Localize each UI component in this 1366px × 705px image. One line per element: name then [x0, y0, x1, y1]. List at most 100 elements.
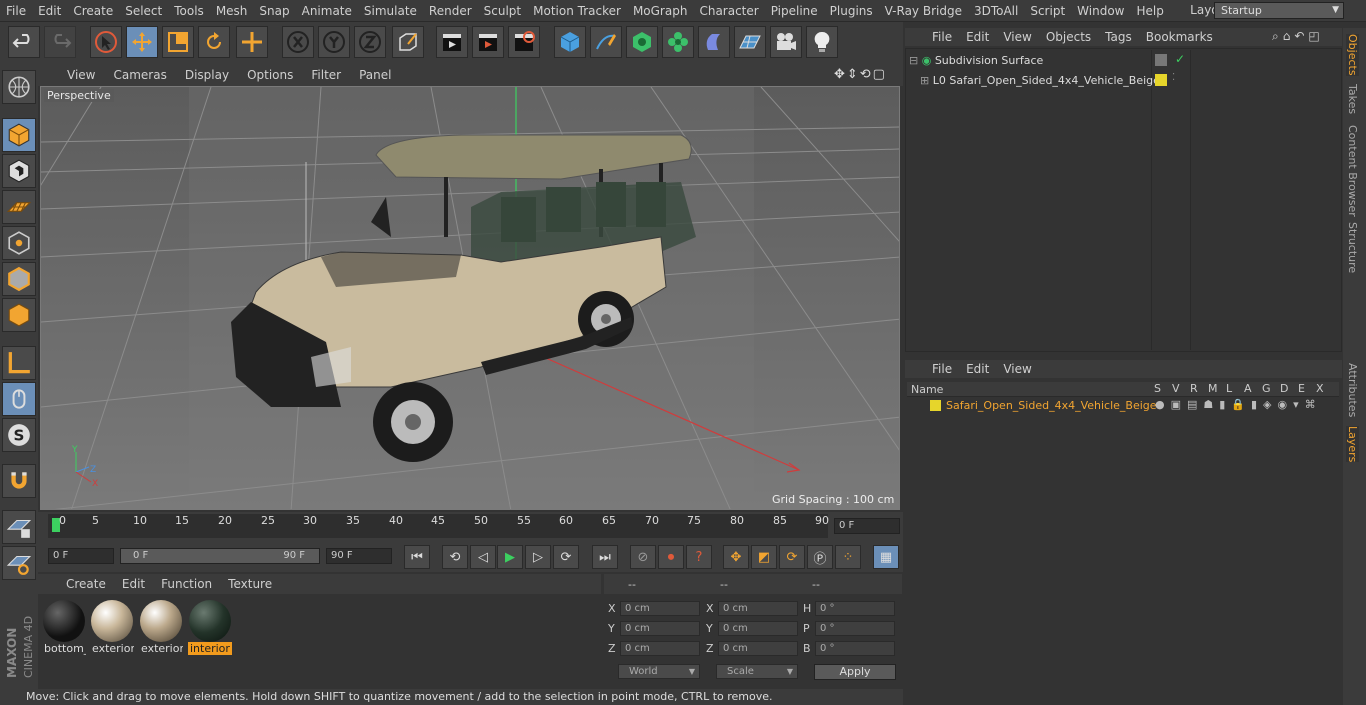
menu-3dtoall[interactable]: 3DToAll — [968, 4, 1024, 18]
material-swatch[interactable]: interior — [188, 598, 232, 656]
size-x-field[interactable]: 0 cm — [718, 601, 798, 616]
coordinate-system-button[interactable] — [392, 26, 424, 58]
autokey-button[interactable]: ⏺ — [658, 545, 684, 569]
key-position-button[interactable]: ✥ — [723, 545, 749, 569]
points-mode-button[interactable] — [2, 226, 36, 260]
end-frame-field[interactable]: 90 F — [326, 548, 392, 564]
go-to-end-button[interactable]: ⏭ — [592, 545, 618, 569]
menu-character[interactable]: Character — [693, 4, 764, 18]
viewport-menu-panel[interactable]: Panel — [350, 68, 400, 82]
menu-select[interactable]: Select — [119, 4, 168, 18]
object-row-subdivision[interactable]: ⊟ ◉ Subdivision Surface — [909, 54, 1043, 67]
rotation-p-field[interactable]: 0 ° — [815, 621, 895, 636]
start-frame-field[interactable]: 0 F — [48, 548, 114, 564]
deformer-button[interactable] — [698, 26, 730, 58]
texture-mode-button[interactable] — [2, 154, 36, 188]
size-mode-dropdown[interactable]: Scale ▼ — [716, 664, 798, 679]
tab-structure[interactable]: Structure — [1346, 222, 1359, 273]
subdivision-surface-button[interactable] — [626, 26, 658, 58]
layer-col-generators[interactable]: G — [1262, 382, 1271, 395]
workplane-lock-button[interactable] — [2, 510, 36, 544]
layer-toggle-icons[interactable]: ●▣▤☗▮🔒▮◈◉▾⌘ — [1155, 398, 1322, 411]
z-axis-lock-button[interactable] — [354, 26, 386, 58]
layer-color-swatch[interactable] — [930, 400, 941, 411]
layout-select[interactable]: Startup ▼ — [1214, 2, 1344, 19]
cloner-button[interactable] — [662, 26, 694, 58]
object-row-vehicle[interactable]: ⊞ L0 Safari_Open_Sided_4x4_Vehicle_Beige — [920, 74, 1160, 87]
tweak-mode-button[interactable] — [2, 382, 36, 416]
material-swatch[interactable]: exterior — [139, 598, 183, 656]
model-mode-button[interactable] — [2, 118, 36, 152]
previous-key-button[interactable]: ⟲ — [442, 545, 468, 569]
rotation-b-field[interactable]: 0 ° — [815, 641, 895, 656]
menu-snap[interactable]: Snap — [253, 4, 295, 18]
workplane-mode-button[interactable] — [2, 190, 36, 224]
menu-plugins[interactable]: Plugins — [824, 4, 879, 18]
layer-col-render[interactable]: R — [1190, 382, 1198, 395]
cube-primitive-button[interactable] — [554, 26, 586, 58]
layer-color-swatch[interactable] — [1155, 74, 1167, 86]
objects-menu-view[interactable]: View — [996, 30, 1038, 44]
x-axis-lock-button[interactable] — [282, 26, 314, 58]
spline-pen-button[interactable] — [590, 26, 622, 58]
previous-frame-button[interactable]: ◁ — [470, 545, 496, 569]
render-view-button[interactable] — [436, 26, 468, 58]
keyframe-selection-button[interactable]: ? — [686, 545, 712, 569]
tab-content-browser[interactable]: Content Browser — [1346, 125, 1359, 217]
render-to-picture-viewer-button[interactable] — [472, 26, 504, 58]
next-frame-button[interactable]: ▷ — [525, 545, 551, 569]
menu-pipeline[interactable]: Pipeline — [765, 4, 824, 18]
camera-button[interactable] — [770, 26, 802, 58]
live-selection-button[interactable] — [90, 26, 122, 58]
layers-menu-file[interactable]: File — [925, 362, 959, 376]
floor-button[interactable] — [734, 26, 766, 58]
menu-create[interactable]: Create — [67, 4, 119, 18]
y-axis-lock-button[interactable] — [318, 26, 350, 58]
layers-menu-edit[interactable]: Edit — [959, 362, 996, 376]
menu-sculpt[interactable]: Sculpt — [478, 4, 527, 18]
tab-objects[interactable]: Objects — [1346, 34, 1359, 76]
menu-vray-bridge[interactable]: V-Ray Bridge — [879, 4, 968, 18]
layer-name[interactable]: Safari_Open_Sided_4x4_Vehicle_Beige — [946, 399, 1157, 412]
menu-simulate[interactable]: Simulate — [358, 4, 423, 18]
size-z-field[interactable]: 0 cm — [718, 641, 798, 656]
collapse-icon[interactable]: ⊟ — [909, 54, 918, 67]
menu-window[interactable]: Window — [1071, 4, 1130, 18]
layer-col-xref[interactable]: X — [1316, 382, 1324, 395]
material-swatch[interactable]: bottom_ — [42, 598, 86, 656]
go-to-start-button[interactable]: ⏮ — [404, 545, 430, 569]
menu-animate[interactable]: Animate — [296, 4, 358, 18]
undo-button[interactable] — [8, 26, 40, 58]
size-y-field[interactable]: 0 cm — [718, 621, 798, 636]
tab-attributes[interactable]: Attributes — [1346, 363, 1359, 417]
magnet-button[interactable] — [2, 464, 36, 498]
expand-icon[interactable]: ⊞ — [920, 74, 929, 87]
material-menu-function[interactable]: Function — [153, 577, 220, 591]
objects-menu-bookmarks[interactable]: Bookmarks — [1139, 30, 1220, 44]
viewport-menu-display[interactable]: Display — [176, 68, 238, 82]
record-active-button[interactable]: ⊘ — [630, 545, 656, 569]
layer-col-manager[interactable]: M — [1208, 382, 1218, 395]
polygons-mode-button[interactable] — [2, 298, 36, 332]
scale-tool-button[interactable] — [162, 26, 194, 58]
menu-file[interactable]: File — [0, 4, 32, 18]
workplane-align-button[interactable] — [2, 546, 36, 580]
layer-col-expressions[interactable]: E — [1298, 382, 1305, 395]
objects-menu-edit[interactable]: Edit — [959, 30, 996, 44]
render-settings-button[interactable] — [508, 26, 540, 58]
viewport-menu-cameras[interactable]: Cameras — [104, 68, 175, 82]
menu-mograph[interactable]: MoGraph — [627, 4, 694, 18]
rotate-tool-button[interactable] — [198, 26, 230, 58]
key-parameter-button[interactable]: Ⓟ — [807, 545, 833, 569]
material-swatch[interactable]: exterior — [90, 598, 134, 656]
apply-button[interactable]: Apply — [814, 664, 896, 680]
timeline-window-button[interactable]: ▦ — [873, 545, 899, 569]
menu-motion-tracker[interactable]: Motion Tracker — [527, 4, 627, 18]
viewport-menu-options[interactable]: Options — [238, 68, 302, 82]
material-menu-create[interactable]: Create — [58, 577, 114, 591]
viewport-menu-view[interactable]: View — [58, 68, 104, 82]
objects-menu-objects[interactable]: Objects — [1039, 30, 1098, 44]
recent-tool-button[interactable] — [236, 26, 268, 58]
current-frame-field[interactable]: 0 F — [834, 518, 900, 534]
tab-layers[interactable]: Layers — [1346, 426, 1359, 463]
